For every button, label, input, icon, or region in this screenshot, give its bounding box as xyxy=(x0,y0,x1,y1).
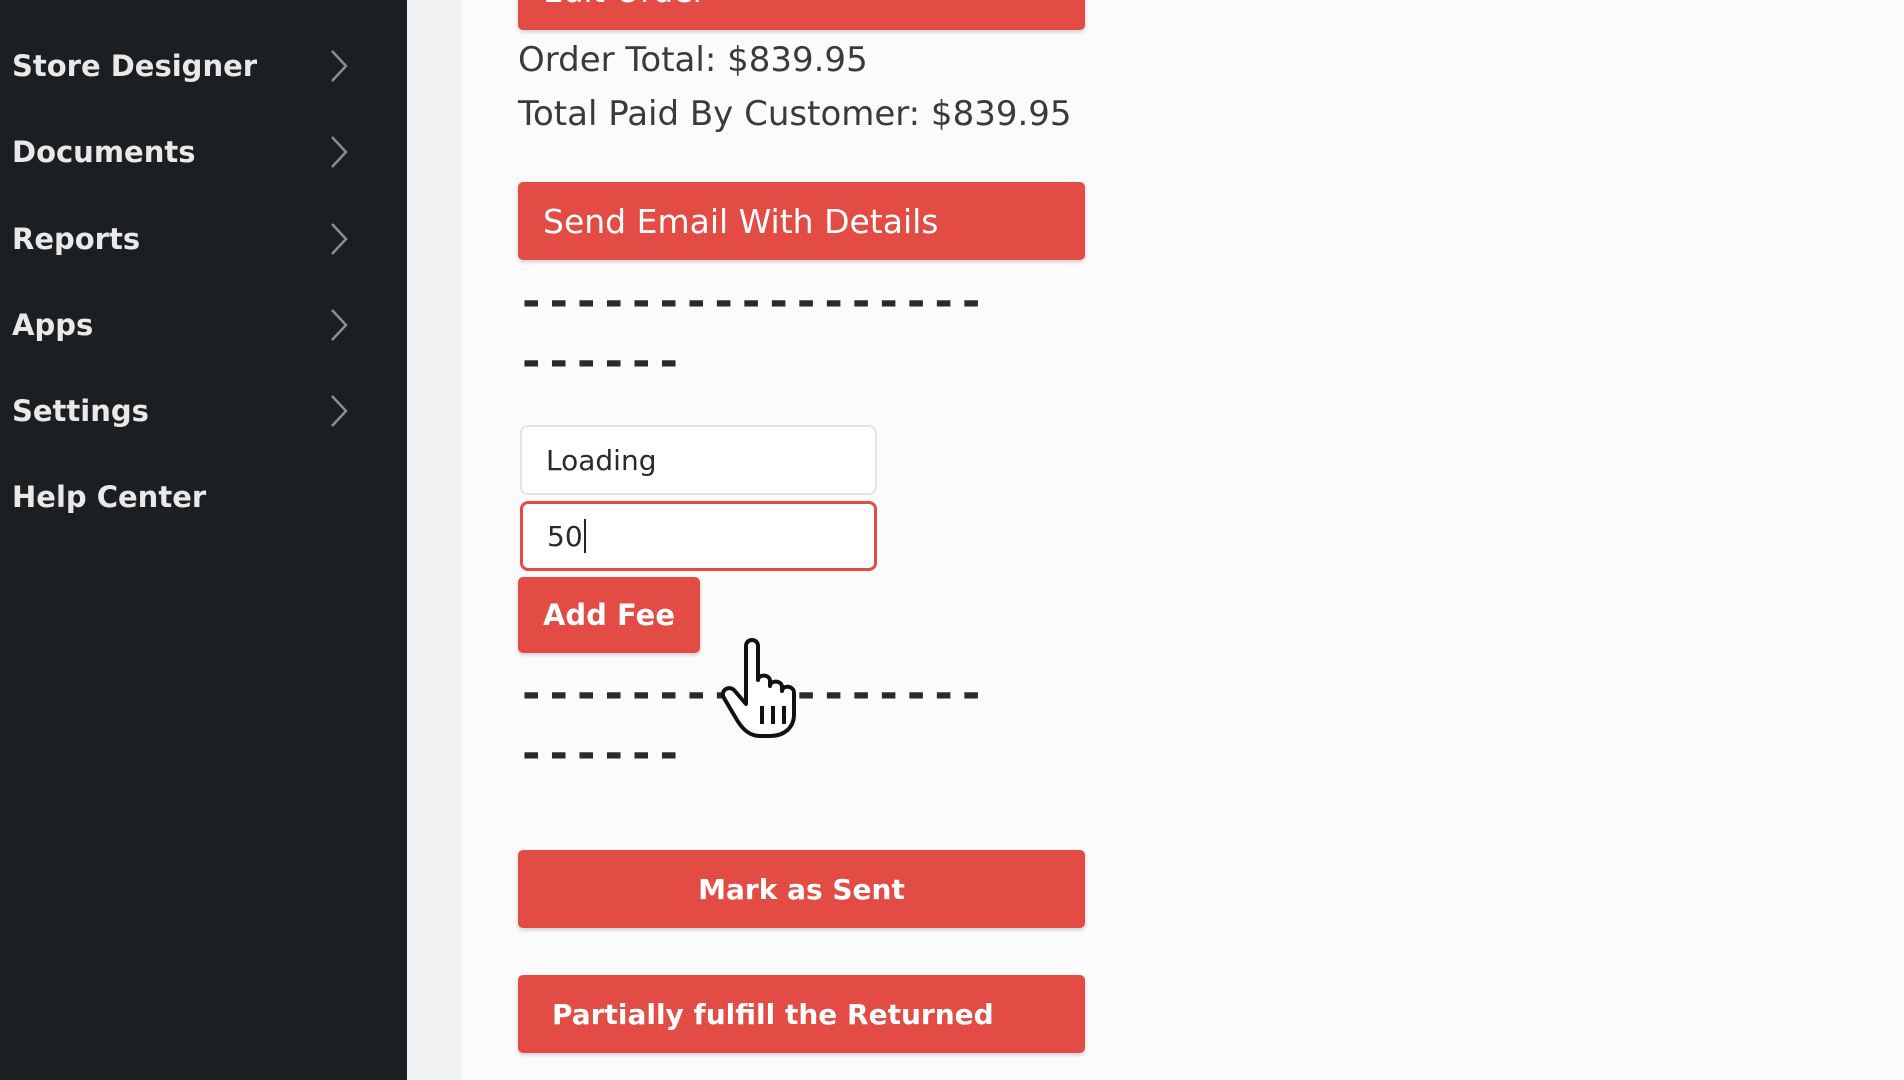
chevron-right-icon xyxy=(324,219,354,259)
separator-line: ------ xyxy=(518,336,683,387)
chevron-right-icon xyxy=(324,46,354,86)
send-email-label: Send Email With Details xyxy=(543,201,939,241)
mark-as-sent-label: Mark as Sent xyxy=(698,872,905,906)
add-fee-label: Add Fee xyxy=(542,598,676,632)
chevron-right-icon xyxy=(324,132,354,172)
edit-order-label: Edit Order xyxy=(543,0,706,10)
sidebar-item-help-center[interactable]: Help Center xyxy=(12,467,362,527)
separator-line: ------ xyxy=(518,728,683,779)
sidebar-item-apps[interactable]: Apps xyxy=(12,295,362,355)
total-paid-by-customer: Total Paid By Customer: $839.95 xyxy=(518,94,1072,134)
chevron-right-icon xyxy=(324,305,354,345)
fee-amount-input[interactable]: 50 xyxy=(520,501,877,571)
sidebar-item-reports[interactable]: Reports xyxy=(12,209,362,269)
sidebar-item-store-designer[interactable]: Store Designer xyxy=(12,36,362,96)
sidebar-item-label: Reports xyxy=(12,222,141,256)
separator-line: ----------------- xyxy=(518,276,986,327)
sidebar-item-documents[interactable]: Documents xyxy=(12,122,362,182)
order-total: Order Total: $839.95 xyxy=(518,40,868,80)
sidebar-item-label: Documents xyxy=(12,135,196,169)
sidebar-item-label: Help Center xyxy=(12,480,207,514)
partially-fulfill-label: Partially fulfill the Returned xyxy=(552,997,994,1031)
chevron-right-icon xyxy=(324,391,354,431)
send-email-button[interactable]: Send Email With Details xyxy=(518,182,1085,260)
add-fee-button[interactable]: Add Fee xyxy=(518,577,700,653)
content-gutter xyxy=(407,0,462,1080)
mark-as-sent-button[interactable]: Mark as Sent xyxy=(518,850,1085,928)
hand-pointer-icon xyxy=(712,632,822,742)
text-caret xyxy=(583,519,586,553)
sidebar-item-label: Settings xyxy=(12,394,149,428)
sidebar-item-label: Store Designer xyxy=(12,49,258,83)
fee-amount-value: 50 xyxy=(547,519,583,553)
sidebar-item-settings[interactable]: Settings xyxy=(12,381,362,441)
edit-order-button[interactable]: Edit Order xyxy=(518,0,1085,30)
fee-name-input[interactable]: Loading xyxy=(520,425,877,495)
fee-name-value: Loading xyxy=(546,443,657,477)
sidebar-item-label: Apps xyxy=(12,308,94,342)
partially-fulfill-button[interactable]: Partially fulfill the Returned xyxy=(518,975,1085,1053)
sidebar: Store Designer Documents Reports Apps Se… xyxy=(0,0,407,1080)
